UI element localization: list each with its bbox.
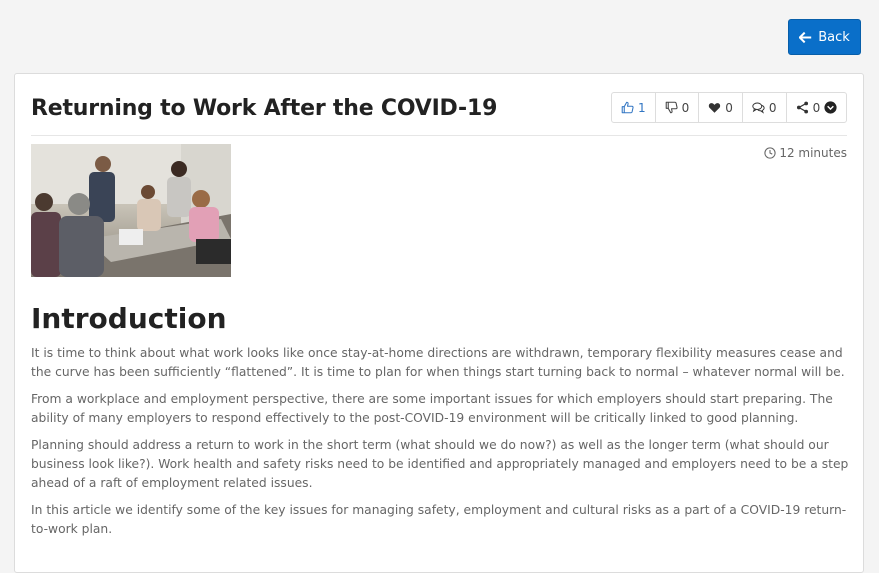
paragraph: From a workplace and employment perspect… xyxy=(31,392,833,425)
like-count: 1 xyxy=(638,100,646,115)
favorite-button[interactable]: 0 xyxy=(699,93,743,122)
paragraph: Planning should address a return to work… xyxy=(31,438,849,490)
paragraph: It is time to think about what work look… xyxy=(31,346,845,379)
section-heading: Introduction xyxy=(31,302,227,335)
arrow-left-icon xyxy=(799,31,812,43)
thumbs-up-icon xyxy=(621,101,634,114)
back-button-label: Back xyxy=(818,29,850,45)
dislike-count: 0 xyxy=(681,100,690,115)
favorite-count: 0 xyxy=(725,100,733,115)
back-button[interactable]: Back xyxy=(788,19,861,55)
clock-icon xyxy=(764,147,776,159)
title-divider xyxy=(31,135,847,136)
read-time: 12 minutes xyxy=(764,146,847,160)
article-card: Returning to Work After the COVID-19 1 0… xyxy=(14,73,864,573)
read-time-label: 12 minutes xyxy=(779,146,847,160)
share-icon xyxy=(796,101,808,114)
chevron-down-circle-icon xyxy=(824,101,837,114)
heart-icon xyxy=(709,103,721,113)
like-button[interactable]: 1 xyxy=(612,93,656,122)
article-hero-image xyxy=(31,144,231,277)
comments-count: 0 xyxy=(768,100,777,115)
dislike-button[interactable]: 0 xyxy=(656,93,700,122)
office-meeting-photo xyxy=(31,144,231,277)
comments-icon xyxy=(752,102,765,114)
comments-button[interactable]: 0 xyxy=(743,93,787,122)
article-title: Returning to Work After the COVID-19 xyxy=(31,96,498,121)
article-actions: 1 0 0 0 0 xyxy=(611,92,848,123)
share-count: 0 xyxy=(812,100,821,115)
thumbs-down-icon xyxy=(665,101,678,114)
share-button[interactable]: 0 xyxy=(787,93,847,122)
paragraph: In this article we identify some of the … xyxy=(31,503,847,536)
article-body: It is time to think about what work look… xyxy=(31,344,849,547)
